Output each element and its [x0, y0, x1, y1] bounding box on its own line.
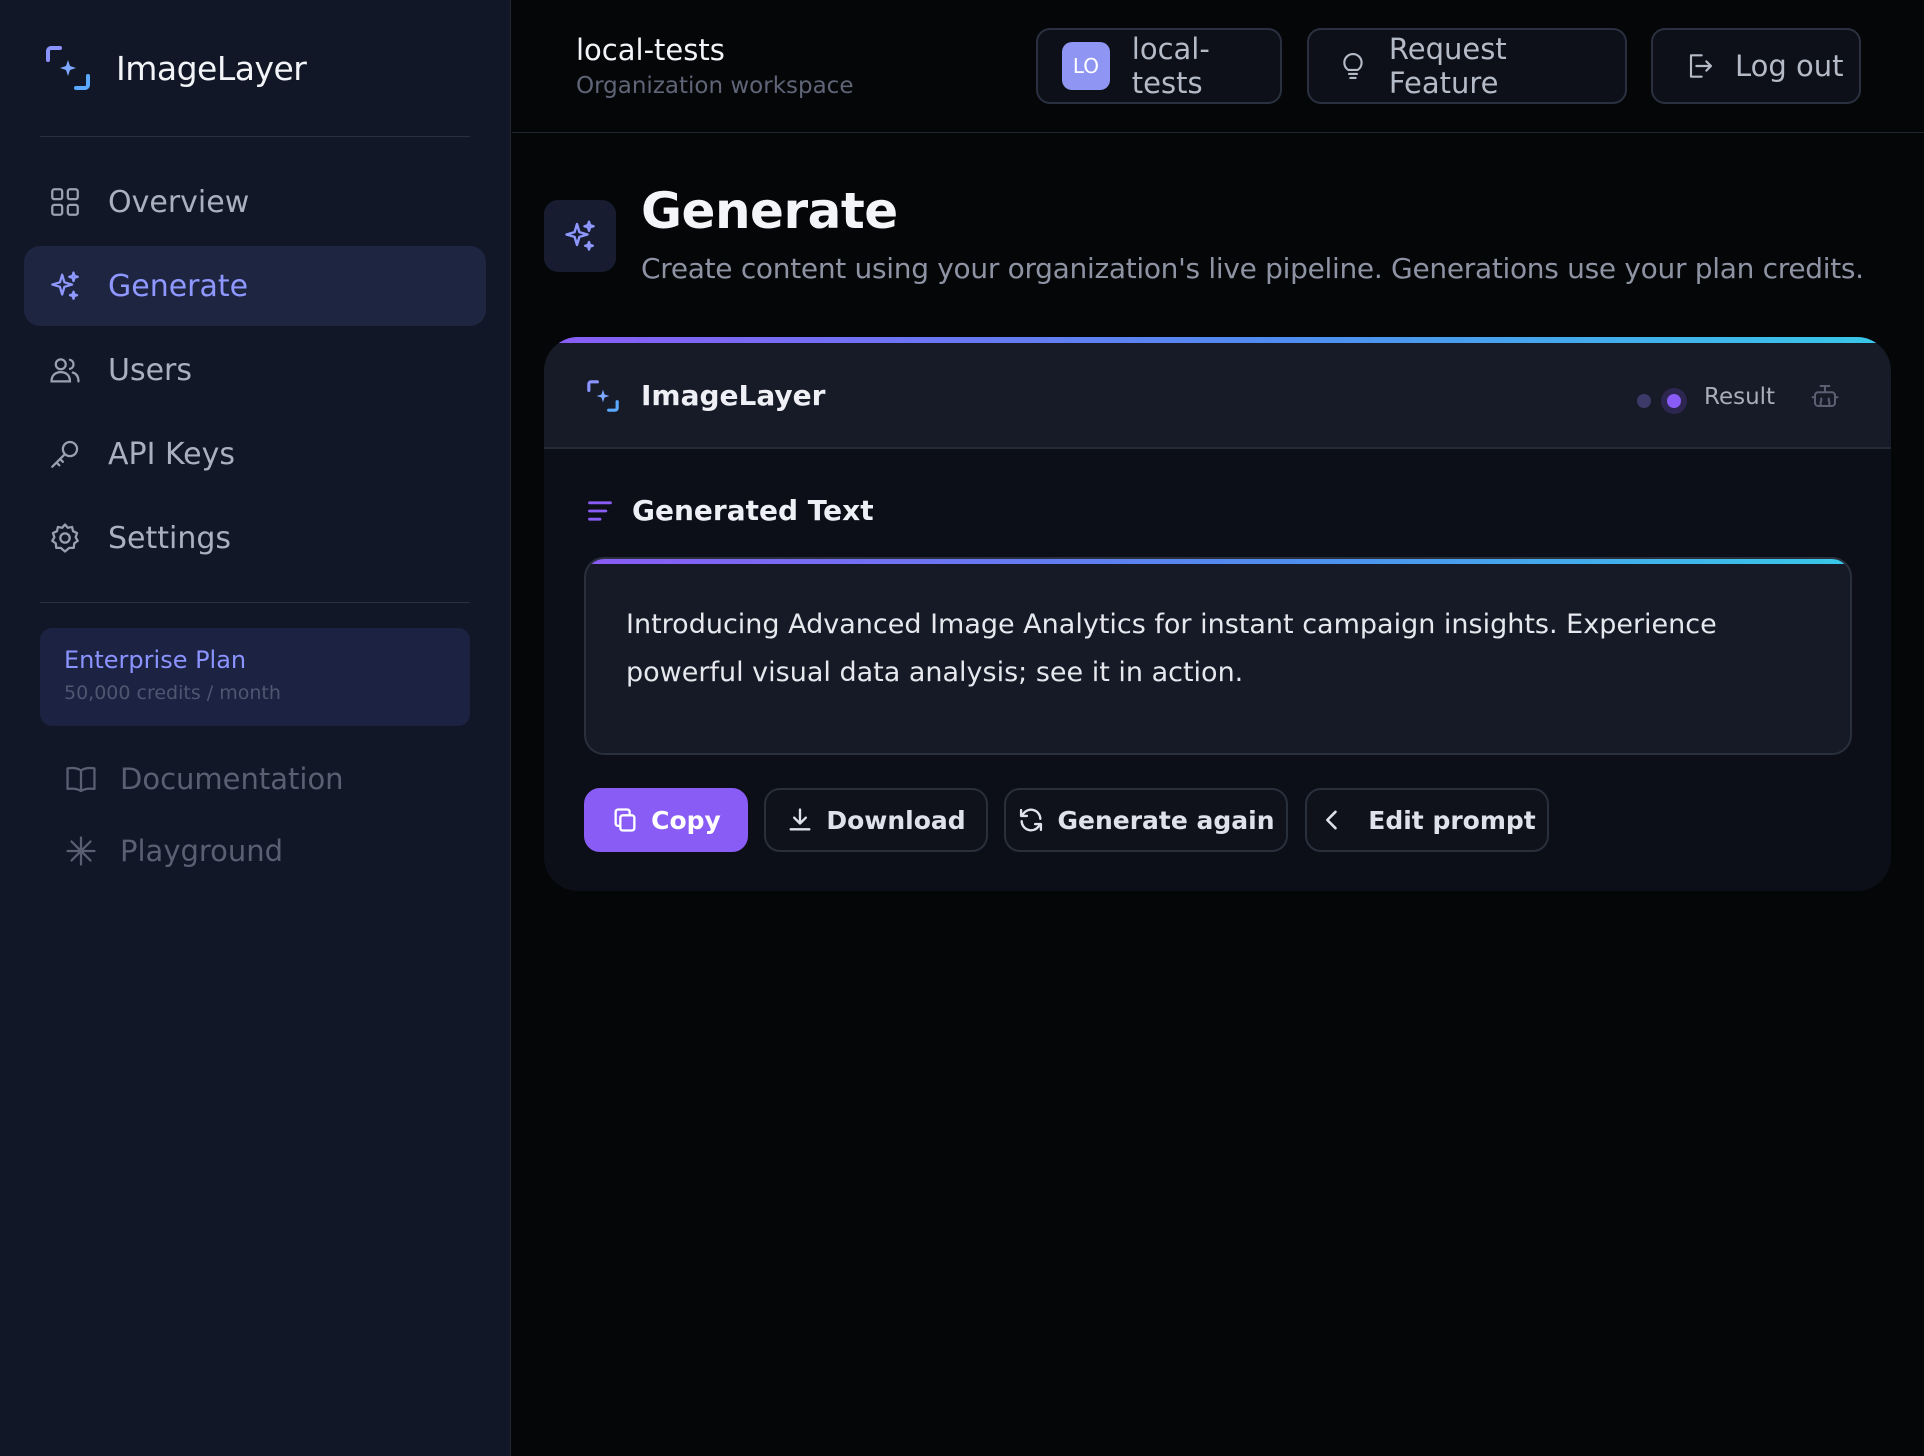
refresh-icon	[1020, 808, 1043, 832]
generate-again-button-label: Generate again	[1057, 805, 1275, 835]
download-icon	[789, 808, 811, 831]
key-icon	[51, 440, 79, 468]
status-label: Result	[1704, 384, 1776, 410]
sidebar-item-api-keys[interactable]: API Keys	[24, 414, 486, 494]
copy-button[interactable]: Copy	[584, 788, 748, 852]
book-icon	[66, 766, 96, 793]
gear-icon	[51, 523, 79, 553]
request-feature-label: Request Feature	[1388, 32, 1507, 100]
imagelayer-logo-icon	[587, 380, 619, 412]
grid-icon	[51, 188, 79, 216]
sidebar-divider	[40, 136, 470, 137]
copy-icon	[614, 808, 636, 832]
logout-icon	[1689, 54, 1713, 78]
sidebar-divider	[40, 602, 470, 603]
sidebar-item-label: API Keys	[108, 436, 236, 472]
sidebar-link-label: Playground	[120, 834, 284, 868]
sidebar-item-label: Overview	[108, 184, 250, 220]
page-subtitle: Create content using your organization's…	[641, 252, 1864, 285]
sidebar-item-label: Settings	[108, 520, 232, 556]
card-title: ImageLayer	[641, 379, 826, 412]
org-switcher-label: local-tests	[1131, 32, 1210, 100]
app-root: ImageLayer Overview Generate Users API K…	[0, 0, 1924, 1456]
logout-button[interactable]: Log out	[1651, 28, 1861, 104]
plan-card[interactable]: Enterprise Plan 50,000 credits / month	[40, 628, 470, 726]
download-button[interactable]: Download	[764, 788, 988, 852]
sidebar-item-users[interactable]: Users	[24, 330, 486, 410]
generate-again-button[interactable]: Generate again	[1004, 788, 1288, 852]
textbox-accent-bar	[586, 559, 1850, 564]
generated-text-box[interactable]: Introducing Advanced Image Analytics for…	[584, 557, 1852, 755]
sparkles-icon	[51, 271, 79, 300]
copy-button-label: Copy	[651, 805, 721, 835]
asterisk-icon	[66, 836, 96, 866]
edit-prompt-button[interactable]: Edit prompt	[1305, 788, 1549, 852]
users-icon	[50, 358, 80, 383]
sidebar-item-label: Users	[108, 352, 193, 388]
sidebar: ImageLayer Overview Generate Users API K…	[0, 0, 511, 1456]
sidebar-item-generate[interactable]: Generate	[24, 246, 486, 326]
org-switcher-button[interactable]: LO local-tests	[1036, 28, 1282, 104]
generated-text-heading: Generated Text	[632, 494, 874, 527]
top-header: local-tests Organization workspace LO lo…	[512, 0, 1924, 133]
step-dot-prompt	[1637, 394, 1651, 408]
sidebar-link-documentation[interactable]: Documentation	[64, 757, 344, 801]
generated-text-content: Introducing Advanced Image Analytics for…	[626, 609, 1717, 688]
brand[interactable]: ImageLayer	[44, 44, 307, 92]
edit-prompt-button-label: Edit prompt	[1368, 805, 1536, 835]
card-header: ImageLayer Result	[544, 343, 1891, 449]
sidebar-item-label: Generate	[108, 268, 249, 304]
workspace-name: local-tests	[576, 33, 725, 67]
sidebar-link-label: Documentation	[120, 762, 344, 796]
sidebar-item-overview[interactable]: Overview	[24, 162, 486, 242]
plan-name: Enterprise Plan	[64, 646, 247, 674]
sidebar-item-settings[interactable]: Settings	[24, 498, 486, 578]
brand-name: ImageLayer	[116, 48, 307, 88]
text-lines-icon	[588, 501, 612, 521]
plan-credits: 50,000 credits / month	[64, 682, 281, 704]
lightbulb-icon	[1343, 52, 1363, 80]
download-button-label: Download	[826, 805, 966, 835]
page-sparkles-badge	[544, 200, 616, 272]
bot-icon[interactable]	[1810, 381, 1840, 411]
sidebar-link-playground[interactable]: Playground	[64, 829, 283, 873]
logout-label: Log out	[1735, 49, 1844, 83]
page-title: Generate	[641, 182, 898, 240]
step-dot-result	[1667, 394, 1681, 408]
result-card: ImageLayer Result Generated Text Introdu…	[544, 337, 1891, 891]
request-feature-button[interactable]: Request Feature	[1307, 28, 1627, 104]
imagelayer-logo-icon	[46, 46, 90, 90]
org-avatar: LO	[1062, 42, 1110, 90]
sparkles-icon	[565, 220, 595, 251]
workspace-subtitle: Organization workspace	[576, 73, 854, 99]
chevron-left-icon	[1326, 810, 1338, 830]
